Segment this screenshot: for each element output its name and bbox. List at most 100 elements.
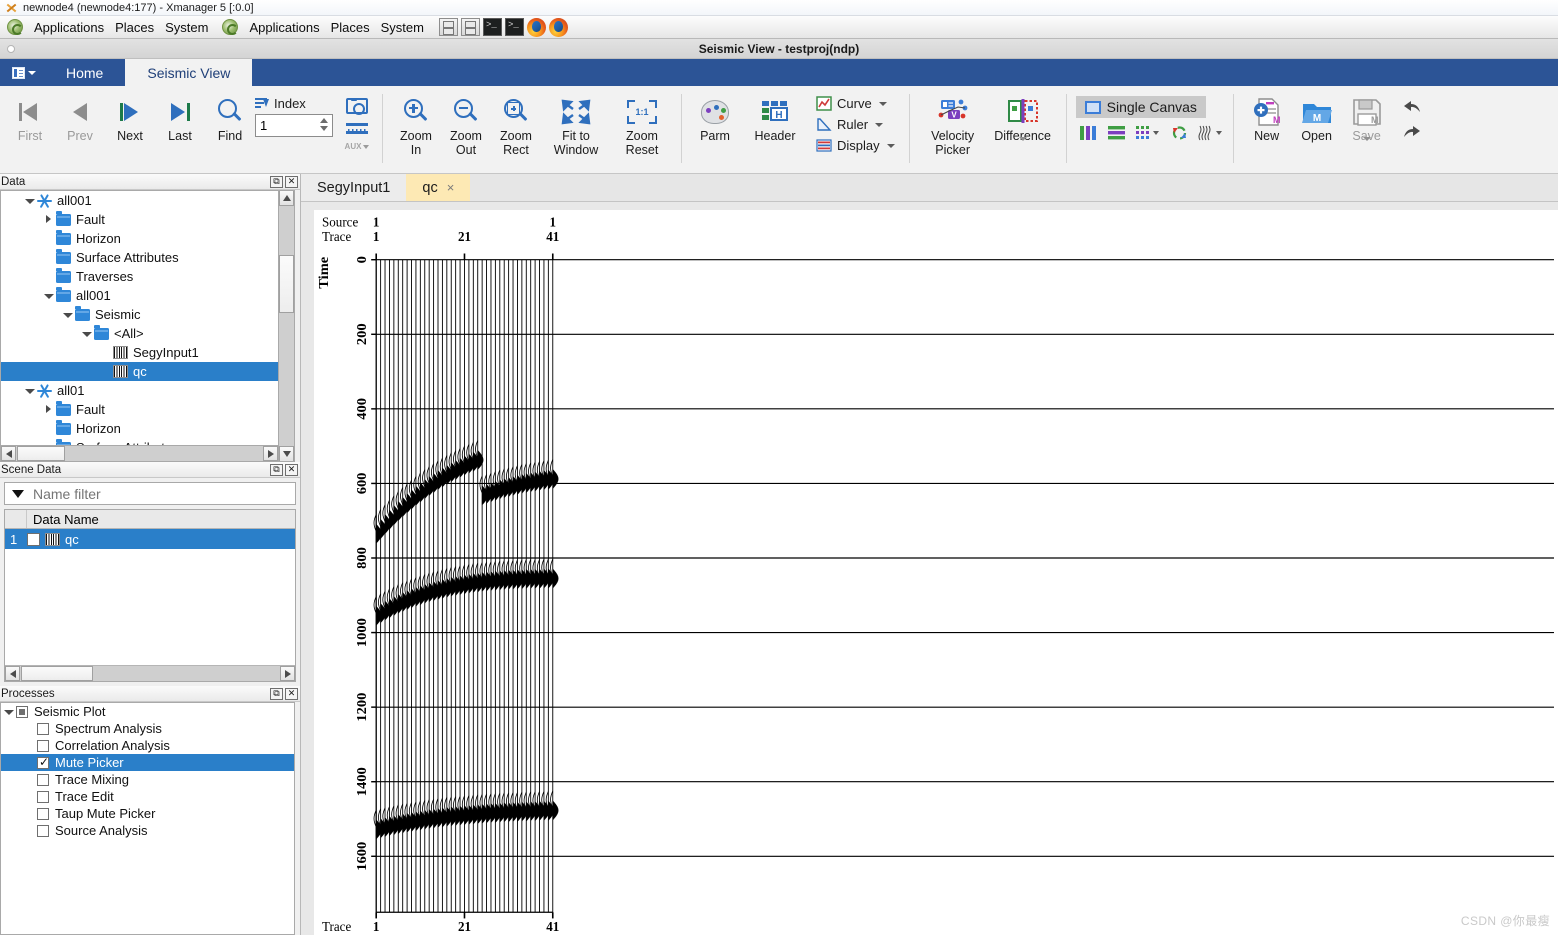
processes-list[interactable]: Seismic Plot Spectrum Analysis Correlatio… — [0, 702, 295, 935]
new-button[interactable]: M New — [1242, 88, 1292, 143]
open-button[interactable]: M Open — [1292, 88, 1342, 143]
process-checkbox[interactable] — [37, 790, 49, 803]
curve-button[interactable]: Curve — [812, 94, 899, 113]
menu-system-left[interactable]: System — [165, 20, 208, 35]
first-button[interactable]: First — [5, 88, 55, 143]
filter-dropdown-icon[interactable] — [12, 489, 24, 498]
wiggle-icon[interactable] — [1198, 125, 1224, 141]
next-button[interactable]: Next — [105, 88, 155, 143]
process-checkbox[interactable] — [37, 722, 49, 735]
scroll-thumb[interactable] — [279, 255, 294, 313]
close-icon-processes[interactable]: ✕ — [285, 687, 298, 700]
plot-tab-segyinput1[interactable]: SegyInput1 — [301, 174, 407, 201]
scroll-up-button[interactable] — [279, 191, 294, 206]
process-item[interactable]: Spectrum Analysis — [1, 720, 294, 737]
terminal-icon-2[interactable] — [504, 18, 524, 36]
data-tree-row[interactable]: Surface Attributes — [1, 438, 278, 445]
scroll-down-button[interactable] — [279, 446, 294, 461]
chevron-down-icon-save[interactable] — [1362, 137, 1371, 141]
chevron-down-icon-display[interactable] — [886, 143, 895, 148]
float-icon-processes[interactable]: ⧉ — [270, 687, 283, 700]
data-tree-row[interactable]: Seismic — [1, 305, 278, 324]
close-icon-scene[interactable]: ✕ — [285, 463, 298, 476]
seismic-plot-canvas[interactable]: Source 1 1 Trace 1 21 41 Time 0 200 400 600 800 1000 1… — [314, 210, 1558, 935]
application-menu-button[interactable] — [4, 59, 44, 86]
gnome-foot-icon-2[interactable] — [222, 19, 239, 35]
close-icon-tab-qc[interactable]: × — [447, 180, 455, 195]
terminal-icon[interactable] — [482, 18, 502, 36]
scene-hscroll-thumb[interactable] — [21, 666, 93, 681]
zoom-out-button[interactable]: Zoom Out — [441, 88, 491, 157]
data-tree-row[interactable]: Fault — [1, 400, 278, 419]
scene-grid-row[interactable]: 1 qc — [5, 529, 295, 549]
header-button[interactable]: H Header — [740, 88, 810, 143]
menu-applications-left[interactable]: Applications — [34, 20, 104, 35]
aux-icon[interactable]: AUX — [345, 139, 370, 151]
data-tree-row[interactable]: all001 — [1, 191, 278, 210]
name-filter-bar[interactable] — [4, 482, 296, 505]
data-tree-row[interactable]: all01 — [1, 381, 278, 400]
color-bars-icon[interactable] — [1079, 125, 1098, 141]
scroll-right-button[interactable] — [263, 446, 278, 461]
chevron-down-icon-ruler[interactable] — [875, 122, 884, 127]
data-tree-row[interactable]: all001 — [1, 286, 278, 305]
menu-system-right[interactable]: System — [381, 20, 424, 35]
tab-home[interactable]: Home — [44, 59, 125, 86]
data-tree-row[interactable]: qc — [1, 362, 278, 381]
float-icon-data[interactable]: ⧉ — [270, 175, 283, 188]
velocity-picker-button[interactable]: V Velocity Picker — [918, 88, 988, 157]
zoom-rect-button[interactable]: Zoom Rect — [491, 88, 541, 157]
close-icon-data[interactable]: ✕ — [285, 175, 298, 188]
single-canvas-button[interactable]: Single Canvas — [1075, 96, 1206, 118]
index-input[interactable] — [256, 115, 314, 136]
chevron-down-icon-difference[interactable] — [1018, 137, 1027, 141]
spinner-arrows[interactable] — [320, 118, 328, 131]
file-cabinet-icon-2[interactable] — [460, 18, 480, 36]
tab-seismic-view[interactable]: Seismic View — [125, 59, 253, 86]
data-tree-hscrollbar[interactable] — [1, 445, 278, 461]
chevron-right-icon[interactable] — [43, 404, 54, 415]
index-spinner[interactable] — [255, 114, 333, 137]
scene-row-checkbox[interactable] — [27, 532, 40, 546]
find-button[interactable]: Find — [205, 88, 255, 143]
process-root-seismic-plot[interactable]: Seismic Plot — [1, 703, 294, 720]
difference-button[interactable]: Difference — [988, 88, 1058, 143]
data-tree[interactable]: all001 Fault Horizon Surface Attributes Trav… — [0, 190, 295, 462]
save-button[interactable]: M Save — [1342, 88, 1392, 143]
chevron-down-icon[interactable] — [24, 385, 35, 396]
data-tree-row[interactable]: Fault — [1, 210, 278, 229]
process-checkbox[interactable] — [37, 807, 49, 820]
data-tree-row[interactable]: <All> — [1, 324, 278, 343]
menu-places-right[interactable]: Places — [331, 20, 370, 35]
scene-scroll-left-button[interactable] — [5, 666, 20, 681]
process-checkbox[interactable] — [37, 755, 49, 769]
process-item[interactable]: Trace Edit — [1, 788, 294, 805]
plot-tab-qc[interactable]: qc × — [406, 174, 471, 201]
zoom-reset-button[interactable]: 1:1 Zoom Reset — [611, 88, 673, 157]
data-tree-vscrollbar[interactable] — [278, 191, 294, 461]
fit-to-window-button[interactable]: Fit to Window — [541, 88, 611, 157]
zoom-in-button[interactable]: Zoom In — [391, 88, 441, 157]
scroll-left-button[interactable] — [1, 446, 16, 461]
data-tree-row[interactable]: Surface Attributes — [1, 248, 278, 267]
data-tree-row[interactable]: Traverses — [1, 267, 278, 286]
process-checkbox[interactable] — [37, 739, 49, 752]
name-filter-input[interactable] — [31, 484, 288, 503]
parm-button[interactable]: Parm — [690, 88, 740, 143]
scene-scroll-right-button[interactable] — [280, 666, 295, 681]
chevron-down-icon[interactable] — [24, 195, 35, 206]
chevron-down-icon-root[interactable] — [3, 706, 14, 717]
ruler-tool-button[interactable]: Ruler — [812, 115, 899, 134]
ruler-icon[interactable] — [346, 123, 368, 134]
file-cabinet-icon[interactable] — [438, 18, 458, 36]
scene-grid-hscrollbar[interactable] — [5, 665, 295, 681]
firefox-icon[interactable] — [526, 17, 546, 37]
refresh-circle-icon[interactable] — [1170, 125, 1189, 141]
grid-dots-icon[interactable] — [1135, 125, 1161, 141]
undo-icon[interactable] — [1403, 100, 1421, 114]
display-button[interactable]: Display — [812, 136, 899, 155]
data-tree-row[interactable]: Horizon — [1, 229, 278, 248]
menu-applications-right[interactable]: Applications — [249, 20, 319, 35]
chevron-right-icon[interactable] — [43, 214, 54, 225]
process-item[interactable]: Source Analysis — [1, 822, 294, 839]
